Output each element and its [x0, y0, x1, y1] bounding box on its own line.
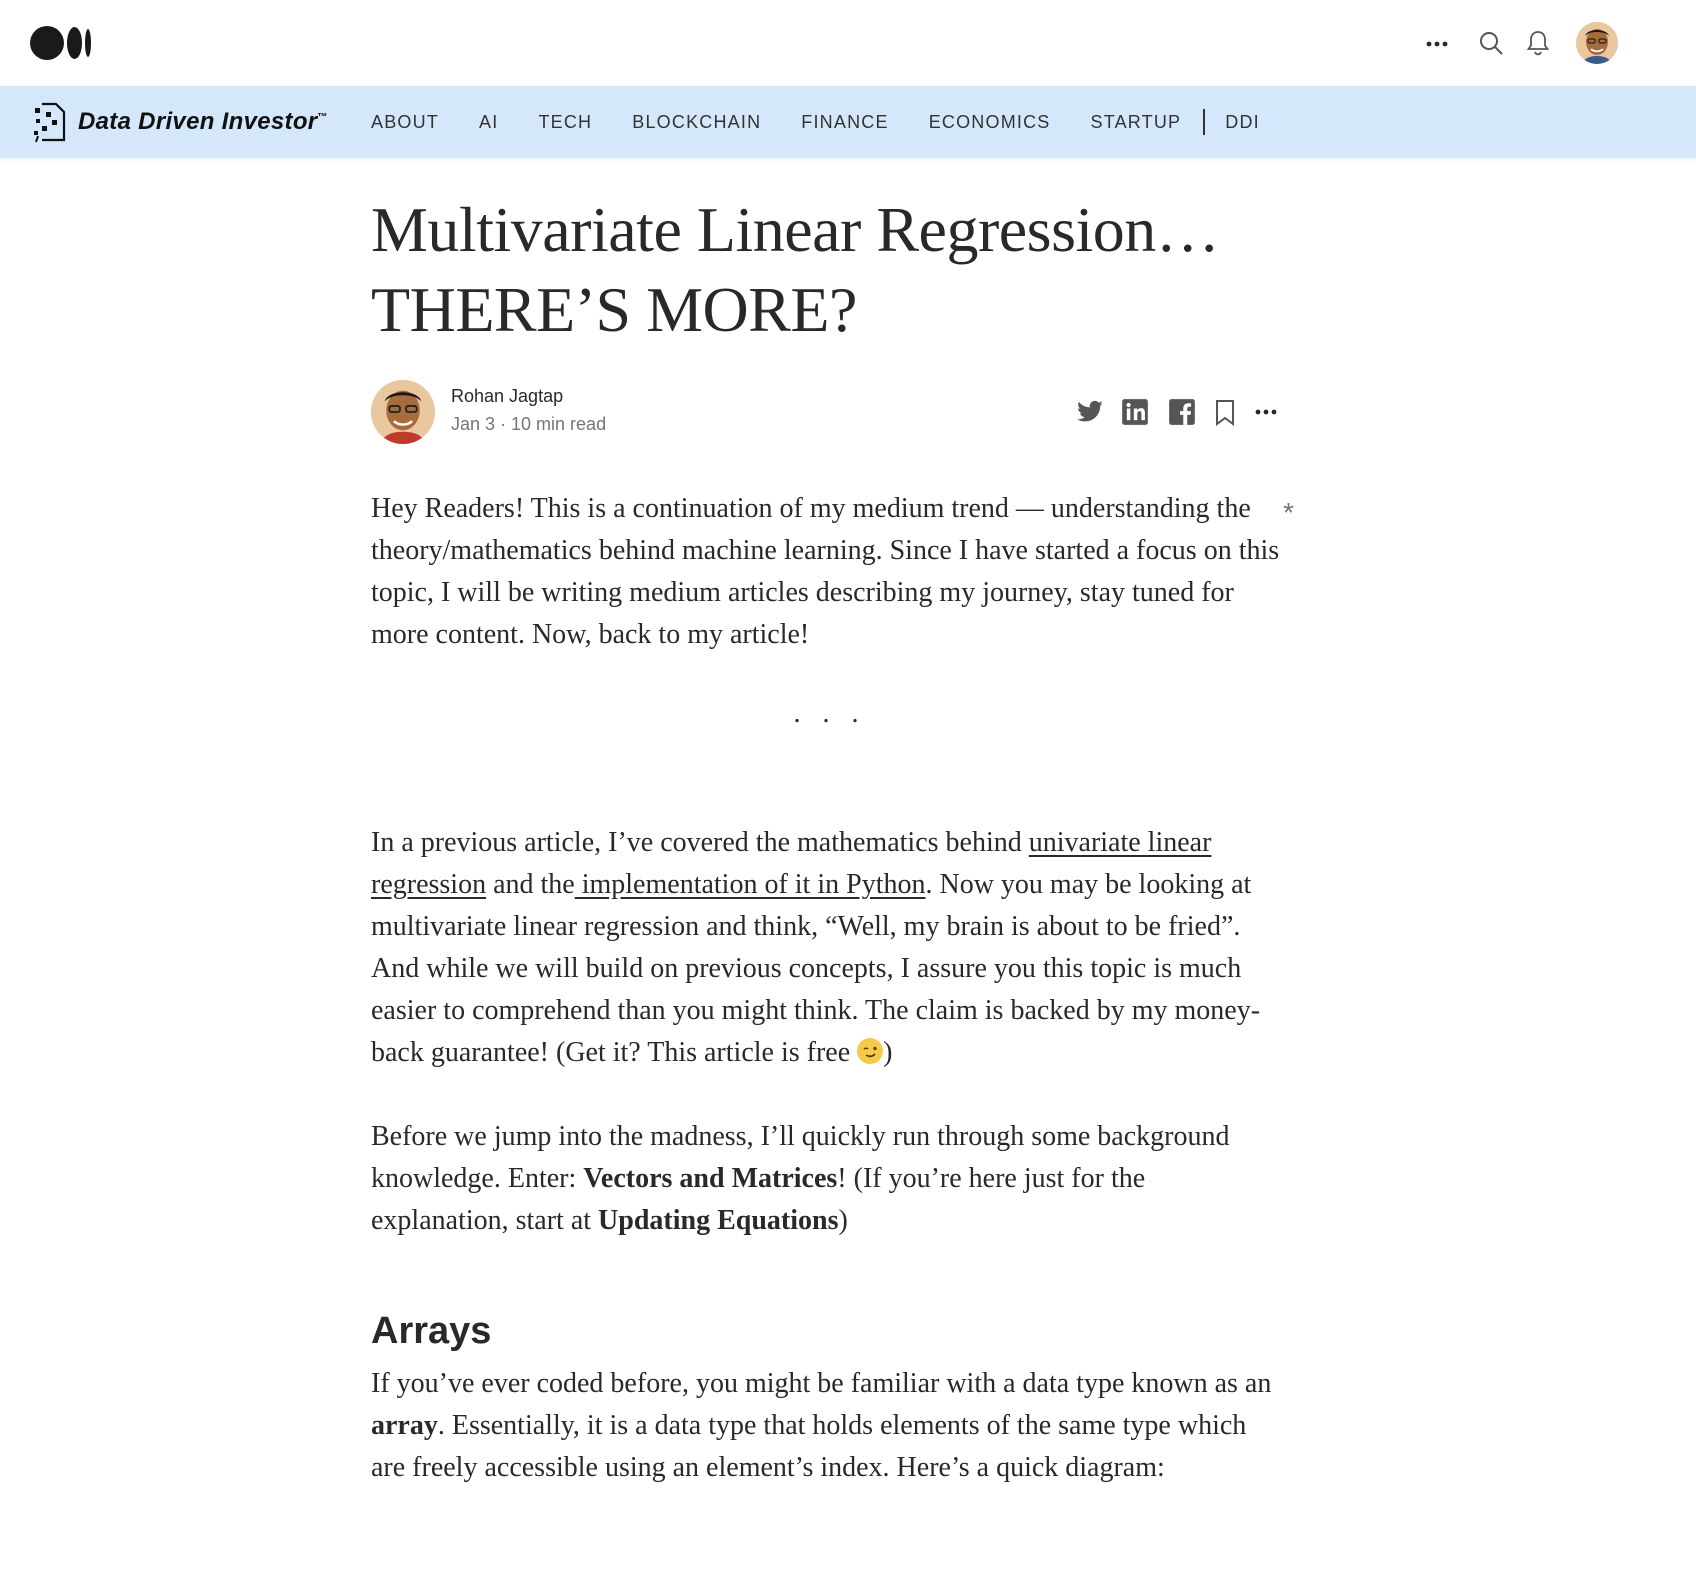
publication-nav: ABOUT AI TECH BLOCKCHAIN FINANCE ECONOMI…	[371, 86, 1300, 158]
article-title: Multivariate Linear Regression… THERE’S …	[371, 190, 1283, 350]
linkedin-icon[interactable]	[1121, 398, 1149, 426]
nav-tech[interactable]: TECH	[538, 112, 592, 133]
paragraph-background: Before we jump into the madness, I’ll qu…	[371, 1121, 1230, 1236]
bold-vectors-and-matrices: Vectors and Matrices	[583, 1163, 838, 1194]
search-icon[interactable]	[1478, 30, 1504, 56]
nav-ai[interactable]: AI	[479, 112, 498, 133]
title-line-2: THERE’S MORE?	[371, 274, 857, 345]
highlight-star[interactable]: *	[1283, 497, 1294, 529]
author-name[interactable]: Rohan Jagtap	[451, 386, 563, 407]
bold-array: array	[371, 1410, 438, 1441]
section-separator: ...	[793, 698, 881, 729]
link-python-implementation[interactable]: implementation of it in Python	[575, 869, 926, 900]
byline: Rohan Jagtap Jan 3 · 10 min read	[371, 380, 1283, 450]
bold-updating-equations: Updating Equations	[598, 1205, 839, 1236]
bookmark-icon[interactable]	[1213, 399, 1237, 427]
top-bar	[0, 0, 1696, 86]
twitter-icon[interactable]	[1075, 398, 1105, 426]
author-avatar[interactable]	[371, 380, 435, 444]
article-meta: Jan 3 · 10 min read	[451, 414, 607, 434]
ddi-logo-icon	[34, 102, 66, 143]
more-horizontal-icon[interactable]	[1425, 32, 1449, 56]
user-avatar[interactable]	[1576, 22, 1618, 64]
title-line-1: Multivariate Linear Regression…	[371, 194, 1220, 265]
more-horizontal-icon[interactable]	[1253, 400, 1279, 424]
winking-face-emoji	[857, 1038, 884, 1064]
publication-name: Data Driven Investor™	[78, 108, 328, 135]
nav-ddi[interactable]: DDI	[1225, 112, 1260, 133]
nav-about[interactable]: ABOUT	[371, 112, 439, 133]
publication-bar: Data Driven Investor™ ABOUT AI TECH BLOC…	[0, 86, 1696, 158]
nav-divider	[1203, 109, 1206, 135]
article: Multivariate Linear Regression… THERE’S …	[371, 190, 1283, 1489]
paragraph-previous-article: In a previous article, I’ve covered the …	[371, 827, 1261, 1068]
bell-icon[interactable]	[1525, 29, 1551, 57]
publication-logo[interactable]: Data Driven Investor™	[32, 100, 328, 144]
nav-finance[interactable]: FINANCE	[801, 112, 888, 133]
paragraph-arrays: If you’ve ever coded before, you might b…	[371, 1368, 1272, 1483]
nav-startup[interactable]: STARTUP	[1091, 112, 1182, 133]
nav-economics[interactable]: ECONOMICS	[929, 112, 1051, 133]
intro-paragraph: Hey Readers! This is a continuation of m…	[371, 493, 1280, 650]
medium-logo[interactable]	[30, 26, 92, 60]
facebook-icon[interactable]	[1168, 398, 1196, 426]
section-heading-arrays: Arrays	[371, 1310, 492, 1352]
nav-blockchain[interactable]: BLOCKCHAIN	[632, 112, 761, 133]
